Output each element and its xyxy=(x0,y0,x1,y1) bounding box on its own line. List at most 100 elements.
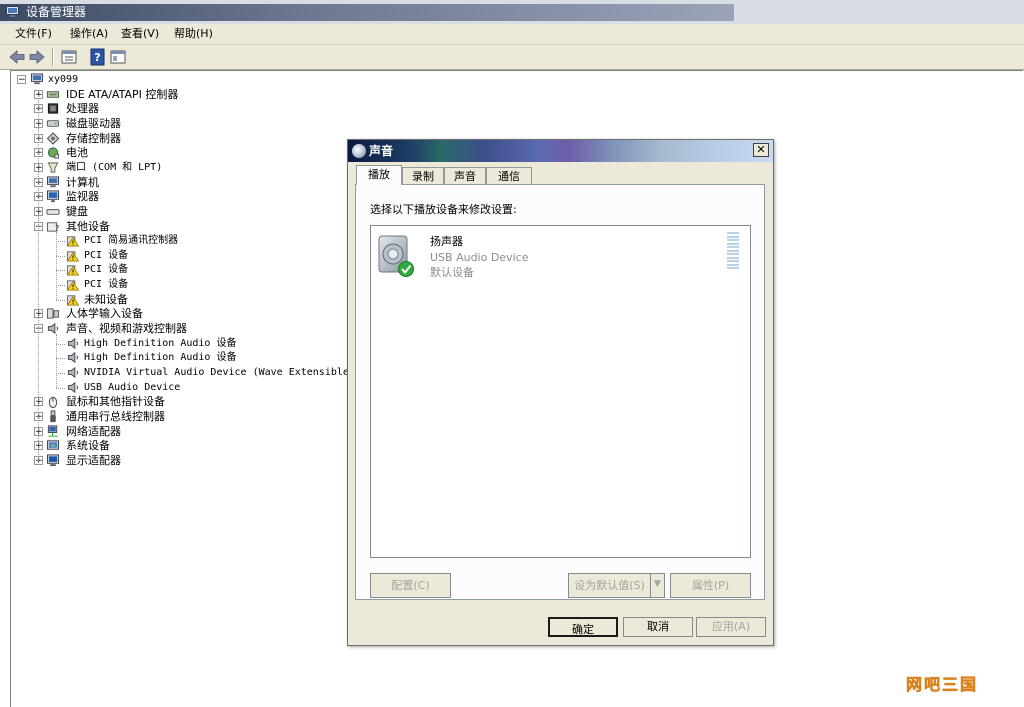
tree-label: 键盘 xyxy=(66,204,88,218)
toolbar: ? xyxy=(0,45,1024,70)
tree-category[interactable]: + 处理器 xyxy=(11,102,1001,116)
tree-label: IDE ATA/ATAPI 控制器 xyxy=(66,87,179,101)
device-manager-icon xyxy=(6,6,19,17)
tree-label: PCI 设备 xyxy=(84,249,129,261)
set-default-dropdown[interactable]: ▼ xyxy=(650,573,665,598)
tree-root[interactable]: − xy099 xyxy=(11,73,1001,87)
collapse-icon[interactable]: − xyxy=(17,75,26,85)
network-icon xyxy=(47,425,58,437)
sound-icon xyxy=(67,352,79,364)
meter-bar xyxy=(727,260,739,262)
menu-file[interactable]: 文件(F) xyxy=(15,27,52,41)
battery-icon xyxy=(47,147,60,159)
hid-icon xyxy=(46,308,60,319)
tree-label: 鼠标和其他指针设备 xyxy=(66,395,165,409)
warn-icon xyxy=(66,295,80,306)
tree-label: 网络适配器 xyxy=(66,424,121,438)
dialog-title-bar: 声音 ✕ xyxy=(348,140,773,162)
dialog-title: 声音 xyxy=(369,144,394,158)
speaker-device-icon xyxy=(378,235,414,277)
speaker-icon xyxy=(352,144,366,158)
configure-button[interactable]: 配置(C) xyxy=(370,573,451,598)
menu-help[interactable]: 帮助(H) xyxy=(174,27,213,41)
tree-label: PCI 设备 xyxy=(84,279,129,291)
tree-label: High Definition Audio 设备 xyxy=(84,337,237,349)
tree-category[interactable]: + 磁盘驱动器 xyxy=(11,117,1001,131)
computer-icon xyxy=(30,73,44,85)
menu-action[interactable]: 操作(A) xyxy=(70,27,108,41)
tree-label: 未知设备 xyxy=(84,292,128,306)
tree-label: PCI 简易通讯控制器 xyxy=(84,235,179,247)
other-icon: ? xyxy=(46,221,59,233)
tab-recording[interactable]: 录制 xyxy=(402,167,444,184)
menu-view[interactable]: 查看(V) xyxy=(121,27,159,41)
meter-bar xyxy=(727,235,739,238)
meter-bar xyxy=(727,232,739,234)
meter-bar xyxy=(727,267,739,269)
set-default-button[interactable]: 设为默认值(S) xyxy=(568,573,651,598)
tree-line xyxy=(56,373,65,374)
close-button[interactable]: ✕ xyxy=(753,143,769,157)
forward-icon[interactable] xyxy=(28,48,46,66)
tree-line xyxy=(56,358,65,360)
keyboard-icon xyxy=(46,209,60,215)
meter-bar xyxy=(727,256,739,259)
tree-category[interactable]: + IDE ATA/ATAPI 控制器 xyxy=(11,88,1001,102)
ok-button[interactable]: 确定 xyxy=(548,617,618,637)
tree-label: 系统设备 xyxy=(66,439,110,453)
tree-label: 人体学输入设备 xyxy=(66,307,143,321)
svg-text:?: ? xyxy=(94,51,100,64)
meter-bar xyxy=(727,249,739,252)
tree-line xyxy=(56,270,65,272)
tab-playback[interactable]: 播放 xyxy=(356,165,402,185)
tree-line xyxy=(56,241,65,243)
apply-button[interactable]: 应用(A) xyxy=(696,617,766,637)
help-icon[interactable]: ? xyxy=(89,48,107,66)
cancel-button[interactable]: 取消 xyxy=(623,617,693,637)
instruction-text: 选择以下播放设备来修改设置: xyxy=(370,203,517,216)
title-gradient xyxy=(0,4,734,21)
meter-bar xyxy=(727,253,739,255)
monitor-icon xyxy=(46,190,60,203)
cpu-icon xyxy=(47,103,59,114)
tree-label: High Definition Audio 设备 xyxy=(84,352,237,364)
storage-icon xyxy=(46,131,60,145)
meter-bar xyxy=(727,242,739,245)
tree-line xyxy=(38,94,39,461)
mouse-icon xyxy=(48,397,58,409)
tab-communications[interactable]: 通信 xyxy=(486,167,532,184)
system-icon xyxy=(46,440,60,450)
view-icon[interactable] xyxy=(109,48,127,66)
sound-dialog: 声音 ✕ 播放 录制 声音 通信 选择以下播放设备来修改设置: 扬声器 USB … xyxy=(347,139,774,646)
back-icon[interactable] xyxy=(8,48,26,66)
device-item-speaker[interactable]: 扬声器 USB Audio Device 默认设备 xyxy=(371,226,750,284)
tab-sounds[interactable]: 声音 xyxy=(444,167,486,184)
tree-line xyxy=(56,255,65,257)
tree-line xyxy=(56,334,57,388)
window-title-bar: 设备管理器 xyxy=(0,0,1024,24)
ide-icon xyxy=(46,90,60,98)
meter-bar xyxy=(727,263,739,266)
tree-label: 声音、视频和游戏控制器 xyxy=(66,322,187,336)
tree-label: 其他设备 xyxy=(66,219,110,233)
tree-label: PCI 设备 xyxy=(84,264,129,276)
display-icon xyxy=(46,454,60,466)
tree-line xyxy=(56,387,65,389)
tree-label: 处理器 xyxy=(66,102,99,116)
port-icon xyxy=(47,162,59,173)
window-title: 设备管理器 xyxy=(26,5,87,19)
tree-label: 磁盘驱动器 xyxy=(66,116,121,130)
toolbar-separator xyxy=(52,48,54,66)
tree-label: 通用串行总线控制器 xyxy=(66,409,165,423)
properties-icon[interactable] xyxy=(60,48,78,66)
tree-label: 计算机 xyxy=(66,175,99,189)
tree-line xyxy=(56,299,65,301)
tree-line xyxy=(56,285,65,287)
volume-meter xyxy=(727,232,739,270)
sound-icon xyxy=(67,381,79,393)
watermark-logo: 网吧三国 xyxy=(906,675,979,695)
properties-button[interactable]: 属性(P) xyxy=(670,573,751,598)
sound-icon xyxy=(67,337,79,349)
chevron-down-icon: ▼ xyxy=(654,579,661,589)
tree-label: 监视器 xyxy=(66,190,99,204)
